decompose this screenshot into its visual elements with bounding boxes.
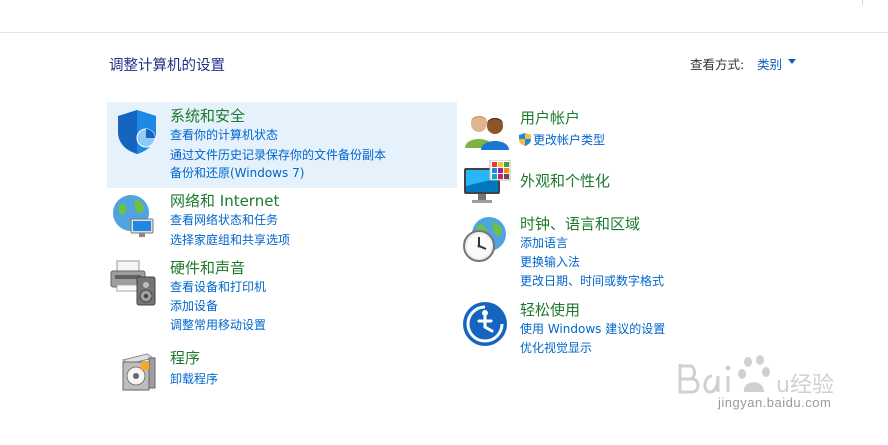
printer-speaker-icon bbox=[110, 260, 156, 306]
category-programs[interactable]: 程序 卸载程序 bbox=[107, 344, 457, 394]
category-system-security[interactable]: 系统和安全 查看你的计算机状态 通过文件历史记录保存你的文件备份副本 备份和还原… bbox=[107, 102, 457, 188]
chevron-down-icon[interactable] bbox=[788, 59, 796, 64]
category-title[interactable]: 时钟、语言和区域 bbox=[520, 213, 640, 234]
link-change-account-type[interactable]: 更改帐户类型 bbox=[519, 131, 605, 148]
link-mobility-settings[interactable]: 调整常用移动设置 bbox=[170, 316, 266, 333]
clock-globe-icon bbox=[463, 217, 506, 262]
category-clock-language-region[interactable]: 时钟、语言和区域 添加语言 更换输入法 更改日期、时间或数字格式 bbox=[457, 211, 807, 291]
category-appearance-personalization[interactable]: 外观和个性化 bbox=[457, 160, 807, 210]
category-title[interactable]: 硬件和声音 bbox=[170, 257, 245, 278]
link-recommended-settings[interactable]: 使用 Windows 建议的设置 bbox=[520, 320, 665, 337]
link-label: 更改帐户类型 bbox=[533, 133, 606, 147]
link-add-language[interactable]: 添加语言 bbox=[520, 234, 568, 251]
uac-shield-icon bbox=[519, 133, 531, 146]
page-title: 调整计算机的设置 bbox=[109, 58, 225, 74]
link-view-computer-status[interactable]: 查看你的计算机状态 bbox=[170, 126, 278, 143]
programs-icon bbox=[121, 353, 156, 391]
category-user-accounts[interactable]: 用户帐户 更改帐户类型 bbox=[457, 104, 807, 154]
users-icon bbox=[465, 116, 509, 150]
link-change-input-method[interactable]: 更换输入法 bbox=[520, 253, 580, 270]
address-bar-area bbox=[0, 0, 888, 33]
link-change-date-time-format[interactable]: 更改日期、时间或数字格式 bbox=[520, 272, 664, 289]
category-ease-of-access[interactable]: 轻松使用 使用 Windows 建议的设置 优化视觉显示 bbox=[457, 297, 807, 357]
ease-of-access-icon bbox=[463, 302, 507, 346]
divider bbox=[862, 0, 863, 5]
category-title[interactable]: 系统和安全 bbox=[170, 105, 245, 126]
category-title[interactable]: 网络和 Internet bbox=[170, 190, 279, 211]
category-title[interactable]: 程序 bbox=[170, 347, 200, 368]
baidu-jingyan-watermark-logo: u经验 bbox=[678, 355, 834, 398]
monitor-palette-icon bbox=[464, 160, 511, 203]
category-title[interactable]: 外观和个性化 bbox=[520, 170, 610, 191]
category-hardware-sound[interactable]: 硬件和声音 查看设备和打印机 添加设备 调整常用移动设置 bbox=[107, 255, 457, 335]
link-file-history-backup[interactable]: 通过文件历史记录保存你的文件备份副本 bbox=[170, 146, 386, 163]
link-add-device[interactable]: 添加设备 bbox=[170, 297, 218, 314]
link-homegroup-sharing[interactable]: 选择家庭组和共享选项 bbox=[170, 231, 290, 248]
link-uninstall-program[interactable]: 卸载程序 bbox=[170, 370, 218, 387]
link-devices-printers[interactable]: 查看设备和打印机 bbox=[170, 278, 266, 295]
category-network-internet[interactable]: 网络和 Internet 查看网络状态和任务 选择家庭组和共享选项 bbox=[107, 188, 457, 248]
view-by-dropdown[interactable]: 类别 bbox=[757, 54, 782, 73]
watermark-url: jingyan.baidu.com bbox=[718, 395, 832, 410]
link-network-status[interactable]: 查看网络状态和任务 bbox=[170, 211, 278, 228]
category-title[interactable]: 用户帐户 bbox=[520, 107, 580, 128]
network-globe-icon bbox=[113, 195, 154, 237]
link-backup-restore[interactable]: 备份和还原(Windows 7) bbox=[170, 164, 304, 181]
view-by-label: 查看方式: bbox=[690, 57, 745, 72]
link-optimize-visual-display[interactable]: 优化视觉显示 bbox=[520, 339, 592, 356]
category-title[interactable]: 轻松使用 bbox=[520, 299, 580, 320]
shield-icon bbox=[118, 110, 156, 154]
